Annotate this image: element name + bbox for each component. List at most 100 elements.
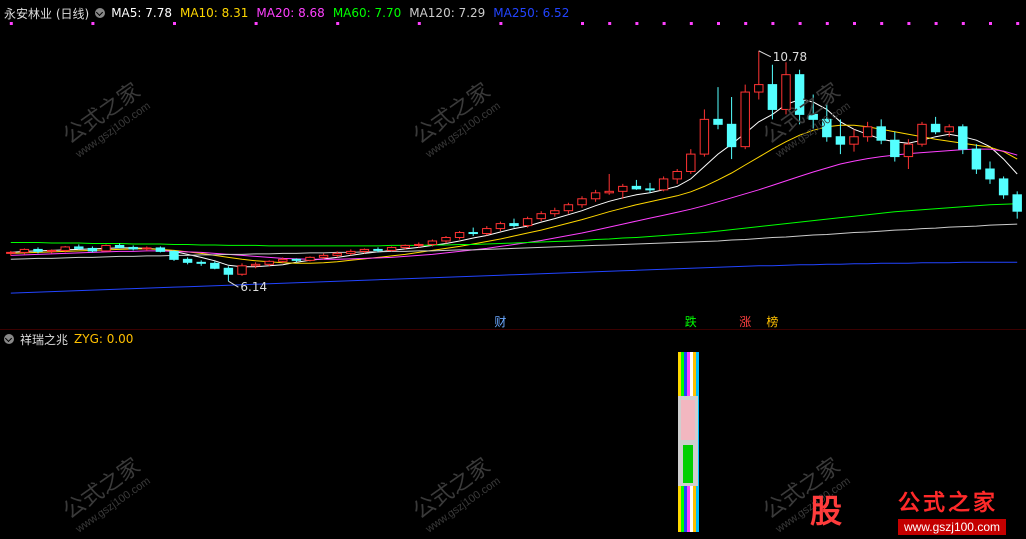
candle-body: [645, 188, 655, 191]
candle-body: [468, 232, 478, 235]
signal-dot: [1016, 22, 1020, 25]
candle-body: [46, 249, 57, 252]
signal-dot: [989, 22, 992, 25]
candle-body: [890, 139, 900, 158]
settings-icon[interactable]: [95, 8, 106, 18]
signal-dot: [934, 22, 938, 25]
marker-label: 涨: [739, 314, 751, 329]
candle-body: [781, 74, 791, 110]
candle-body: [128, 246, 138, 250]
ma-legend-item: MA250: 6.52: [493, 6, 570, 20]
ma-legend-item: MA120: 7.29: [409, 6, 486, 20]
candle-body: [414, 243, 424, 246]
candle-body: [971, 148, 982, 170]
candle-body: [250, 263, 261, 267]
candle-body: [822, 118, 832, 138]
candle-body: [318, 254, 329, 258]
signal-dot: [581, 22, 584, 25]
candle-body: [142, 247, 152, 250]
candle-body: [182, 258, 193, 263]
candle-body: [223, 267, 234, 275]
candle-body: [849, 136, 859, 145]
ma-legend-item: MA60: 7.70: [332, 6, 402, 20]
signal-dot: [744, 22, 748, 25]
candle-body: [604, 190, 614, 194]
ma-line-ma250: [10, 261, 1018, 294]
signal-dot: [798, 22, 802, 25]
ma-legend-item: MA20: 8.68: [256, 6, 325, 20]
candle-body: [740, 91, 750, 148]
ma-line-ma120: [10, 223, 1018, 260]
low-pointer: [228, 280, 239, 288]
candle-body: [237, 265, 247, 275]
candle-body: [400, 244, 410, 248]
signal-dot: [907, 22, 911, 25]
candle-body: [509, 223, 519, 227]
candle-body: [87, 247, 98, 252]
candle-body: [522, 218, 533, 227]
signal-dot: [336, 22, 340, 25]
ma-legend-item: MA10: 8.31: [179, 6, 249, 20]
logo-badge: 股: [809, 492, 842, 530]
candlestick-chart[interactable]: 10.78 6.14 财 跌 涨榜: [0, 0, 1026, 539]
low-label: 6.14: [240, 280, 267, 294]
candle-body: [359, 248, 370, 252]
marker-label: 跌: [685, 314, 697, 329]
signal-dot: [417, 22, 421, 25]
signal-dot: [91, 22, 95, 25]
logo-name: 公式之家: [897, 490, 998, 516]
candle-body: [618, 185, 628, 192]
candle-body: [1012, 194, 1022, 212]
sub-legend: 祥瑞之兆 ZYG: 0.00: [4, 330, 133, 348]
candle-body: [917, 123, 927, 145]
candle-body: [590, 192, 601, 200]
candle-body: [658, 178, 669, 191]
candle-body: [550, 210, 560, 215]
candle-body: [686, 153, 696, 172]
candle-body: [114, 244, 125, 248]
candle-body: [101, 244, 111, 252]
candle-body: [6, 251, 16, 254]
candle-body: [794, 74, 805, 115]
candle-body: [726, 123, 737, 148]
signal-dot: [717, 22, 720, 25]
indicator-block: [681, 400, 695, 440]
signal-dot: [254, 22, 258, 25]
candle-body: [958, 126, 968, 150]
candle-body: [536, 213, 546, 220]
indicator-title[interactable]: 祥瑞之兆: [20, 331, 68, 348]
candle-body: [631, 185, 642, 190]
signal-dot: [9, 22, 13, 25]
candle-body: [930, 123, 941, 133]
candle-body: [862, 126, 873, 138]
stock-title[interactable]: 永安林业 (日线): [4, 5, 89, 22]
signal-dot: [499, 22, 503, 25]
candle-body: [495, 223, 506, 230]
candle-body: [563, 204, 574, 212]
panel-divider: [0, 329, 1026, 330]
signal-dot: [173, 22, 176, 25]
signal-dot: [689, 22, 693, 25]
signal-dot: [608, 22, 612, 25]
high-pointer: [758, 50, 772, 58]
signal-dot: [662, 22, 666, 25]
candle-body: [672, 170, 682, 180]
candle-body: [767, 84, 778, 110]
candle-body: [19, 248, 30, 253]
candle-body: [808, 113, 818, 120]
candle-body: [454, 232, 465, 239]
signal-dot: [880, 22, 884, 25]
candle-body: [33, 248, 43, 252]
signal-dot: [825, 22, 829, 25]
candle-body: [196, 261, 206, 264]
candle-body: [373, 248, 383, 251]
main-legend: 永安林业 (日线) MA5: 7.78 MA10: 8.31 MA20: 8.68 M…: [4, 4, 569, 22]
candle-body: [944, 126, 954, 133]
settings-icon[interactable]: [4, 334, 14, 344]
candle-body: [155, 247, 166, 252]
high-label: 10.78: [773, 50, 807, 64]
signal-dot: [853, 22, 856, 25]
logo-url: www.gszj100.com: [897, 519, 1006, 535]
candle-body: [264, 260, 274, 265]
candle-body: [210, 262, 220, 269]
